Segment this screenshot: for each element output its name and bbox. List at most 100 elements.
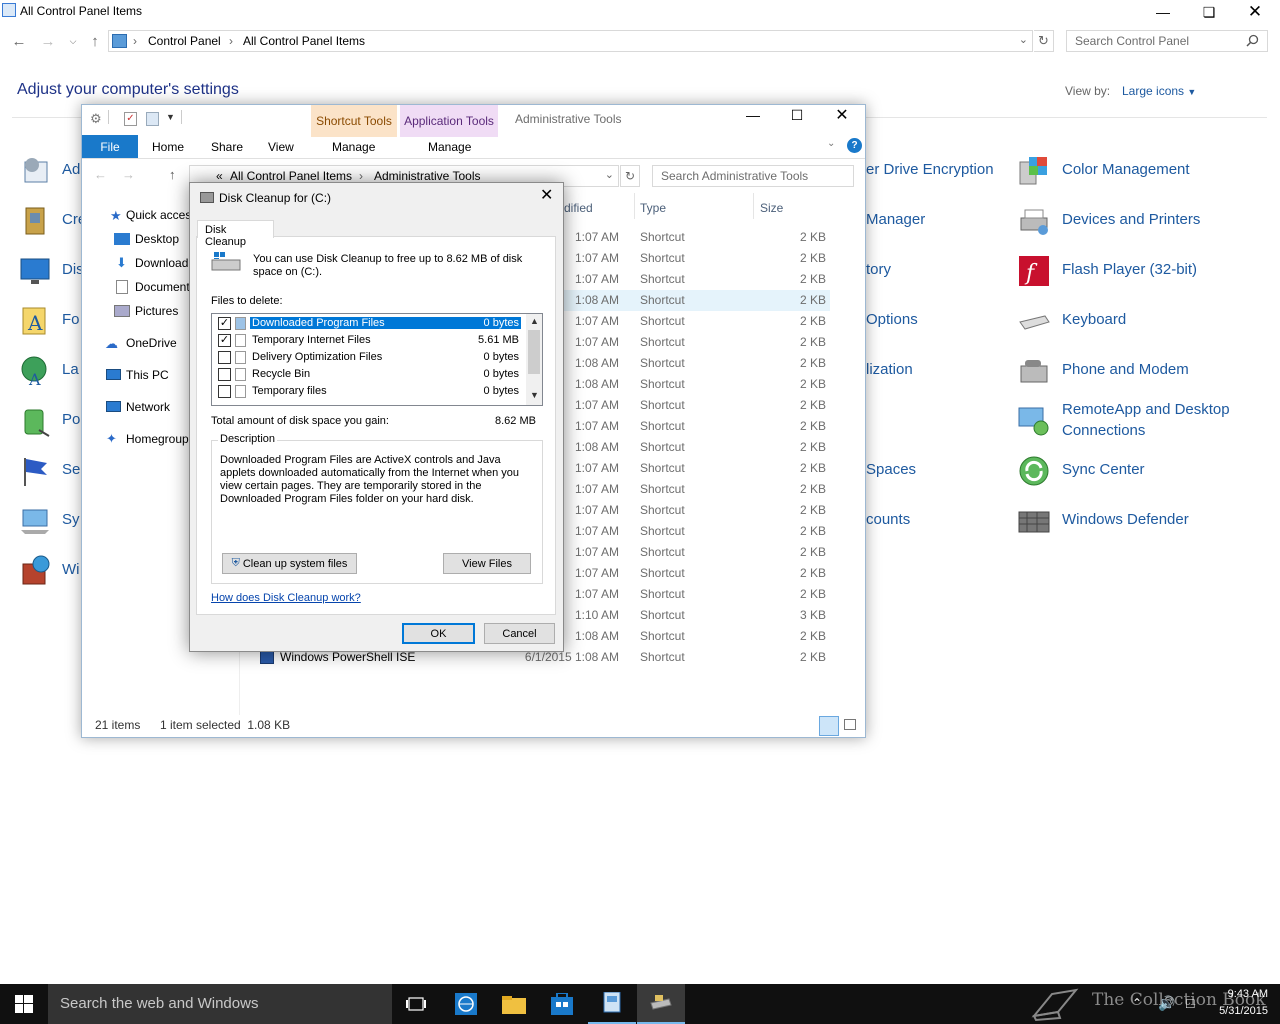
cp-item-left-8[interactable]: Wi [62,561,80,578]
explorer-address-dropdown-icon[interactable]: ⌄ [605,168,614,181]
column-header-date-modified[interactable]: dified [564,201,593,215]
clean-up-system-files-button[interactable]: ⛨ Clean up system files [222,553,357,574]
large-icons-view-icon[interactable] [844,719,856,730]
dialog-close-button[interactable]: ✕ [540,185,553,205]
cp-item-remoteapp-line2[interactable]: Connections [1062,422,1145,439]
details-view-icon[interactable] [819,716,839,736]
sidebar-item-documents[interactable]: Document [135,280,190,294]
recent-locations-chevron-icon[interactable]: ⌵ [62,30,84,52]
explorer-forward-arrow-icon[interactable]: → [122,167,135,182]
new-folder-icon[interactable] [146,112,159,126]
column-header-type[interactable]: Type [640,201,666,215]
action-center-icon[interactable] [19,154,53,188]
file-category-checkbox[interactable] [218,385,231,398]
sidebar-item-homegroup[interactable]: Homegroup [126,432,189,446]
cp-item-left-5[interactable]: Po [62,411,80,428]
restore-button[interactable]: ❏ [1186,0,1232,24]
explorer-close-button[interactable]: ✕ [819,103,865,127]
color-management-icon[interactable] [1017,154,1051,188]
disk-cleanup-taskbar-icon[interactable] [637,984,685,1024]
ribbon-tab-view[interactable]: View [268,140,294,154]
sidebar-item-pictures[interactable]: Pictures [135,304,178,318]
cp-item-remoteapp[interactable]: RemoteApp and Desktop [1062,401,1230,418]
explorer-refresh-icon[interactable]: ↻ [620,165,640,187]
file-category-row[interactable]: Delivery Optimization Files 0 bytes [212,349,527,366]
control-panel-taskbar-icon[interactable] [588,984,636,1024]
address-dropdown-icon[interactable]: ⌄ [1019,33,1028,46]
column-header-size[interactable]: Size [760,201,783,215]
power-options-icon[interactable] [19,404,53,438]
flash-player-icon[interactable]: f [1017,254,1051,288]
close-button[interactable]: ✕ [1232,0,1278,24]
explorer-maximize-button[interactable]: ☐ [774,103,820,127]
ribbon-expand-chevron-icon[interactable]: ⌄ [827,138,835,149]
refresh-icon[interactable]: ↻ [1034,30,1054,52]
files-list[interactable]: ✓ Downloaded Program Files 0 bytes ✓ Tempora… [211,313,543,406]
sidebar-item-quick-access[interactable]: Quick acces [126,208,191,222]
file-category-row[interactable]: ✓ Temporary Internet Files 5.61 MB [212,332,527,349]
cp-item-devices-printers[interactable]: Devices and Printers [1062,211,1200,228]
view-by-dropdown[interactable]: Large icons ▼ [1122,84,1196,98]
language-icon[interactable]: A [19,354,53,388]
customize-toolbar-icon[interactable]: ▼ [166,112,175,122]
up-arrow-icon[interactable]: ↑ [84,30,106,52]
minimize-button[interactable]: — [1140,0,1186,24]
search-control-panel-input[interactable]: Search Control Panel [1066,30,1268,52]
sidebar-item-network[interactable]: Network [126,400,170,414]
search-admin-tools-input[interactable]: Search Administrative Tools [652,165,854,187]
sidebar-item-this-pc[interactable]: This PC [126,368,169,382]
ribbon-tab-share[interactable]: Share [211,140,243,154]
action-center-icon[interactable]: □ [1186,995,1194,1011]
breadcrumb-all-items[interactable]: All Control Panel Items [230,169,352,183]
help-icon[interactable]: ? [847,138,862,153]
keyboard-icon[interactable] [1017,304,1051,338]
file-category-checkbox[interactable]: ✓ [218,334,231,347]
windows-firewall-icon[interactable] [19,554,53,588]
how-does-disk-cleanup-work-link[interactable]: How does Disk Cleanup work? [211,592,361,604]
cp-item-flash-player[interactable]: Flash Player (32-bit) [1062,261,1197,278]
edge-browser-icon[interactable] [442,984,490,1024]
ribbon-tab-manage-shortcut[interactable]: Manage [332,140,375,154]
file-category-checkbox[interactable] [218,368,231,381]
file-category-checkbox[interactable] [218,351,231,364]
volume-icon[interactable]: 🔊 [1158,995,1175,1012]
checkmark-icon[interactable]: ✓ [124,112,137,126]
breadcrumb-control-panel[interactable]: Control Panel [148,34,221,48]
credential-manager-icon[interactable] [19,204,53,238]
ribbon-tab-home[interactable]: Home [152,140,184,154]
devices-printers-icon[interactable] [1017,204,1051,238]
clock-time[interactable]: 9:43 AM [1216,988,1268,1000]
cp-item-left-7[interactable]: Sy [62,511,80,528]
cp-item-middle-4[interactable]: lization [866,361,913,378]
file-category-row[interactable]: Temporary files 0 bytes [212,383,527,400]
cp-item-middle-3[interactable]: Options [866,311,918,328]
view-files-button[interactable]: View Files [443,553,531,574]
breadcrumb-admin-tools[interactable]: Administrative Tools [374,169,481,183]
explorer-minimize-button[interactable]: — [730,103,776,127]
cp-item-phone-modem[interactable]: Phone and Modem [1062,361,1189,378]
file-category-row[interactable]: Recycle Bin 0 bytes [212,366,527,383]
security-maintenance-icon[interactable] [19,454,53,488]
task-view-icon[interactable] [392,984,440,1024]
sync-center-icon[interactable] [1017,454,1051,488]
cp-item-middle-0[interactable]: er Drive Encryption [866,161,994,178]
scroll-down-arrow-icon[interactable]: ▼ [530,390,539,400]
cp-item-middle-1[interactable]: Manager [866,211,925,228]
store-icon[interactable] [538,984,586,1024]
taskbar-search-box[interactable]: Search the web and Windows [48,984,392,1024]
file-category-row[interactable]: ✓ Downloaded Program Files 0 bytes [212,315,527,332]
cp-item-windows-defender[interactable]: Windows Defender [1062,511,1189,528]
cp-item-color-management[interactable]: Color Management [1062,161,1190,178]
cp-item-left-3[interactable]: Fo [62,311,80,328]
fonts-icon[interactable]: A [19,304,53,338]
file-explorer-icon[interactable] [490,984,538,1024]
search-icon[interactable] [1246,34,1259,47]
cp-item-middle-5[interactable]: Spaces [866,461,916,478]
back-arrow-icon[interactable]: ← [8,30,30,52]
explorer-up-arrow-icon[interactable]: ↑ [169,167,176,182]
tab-disk-cleanup[interactable]: Disk Cleanup [197,220,274,248]
phone-modem-icon[interactable] [1017,354,1051,388]
ribbon-tab-manage-application[interactable]: Manage [428,140,471,154]
cp-item-middle-6[interactable]: counts [866,511,910,528]
cp-item-left-4[interactable]: La [62,361,79,378]
